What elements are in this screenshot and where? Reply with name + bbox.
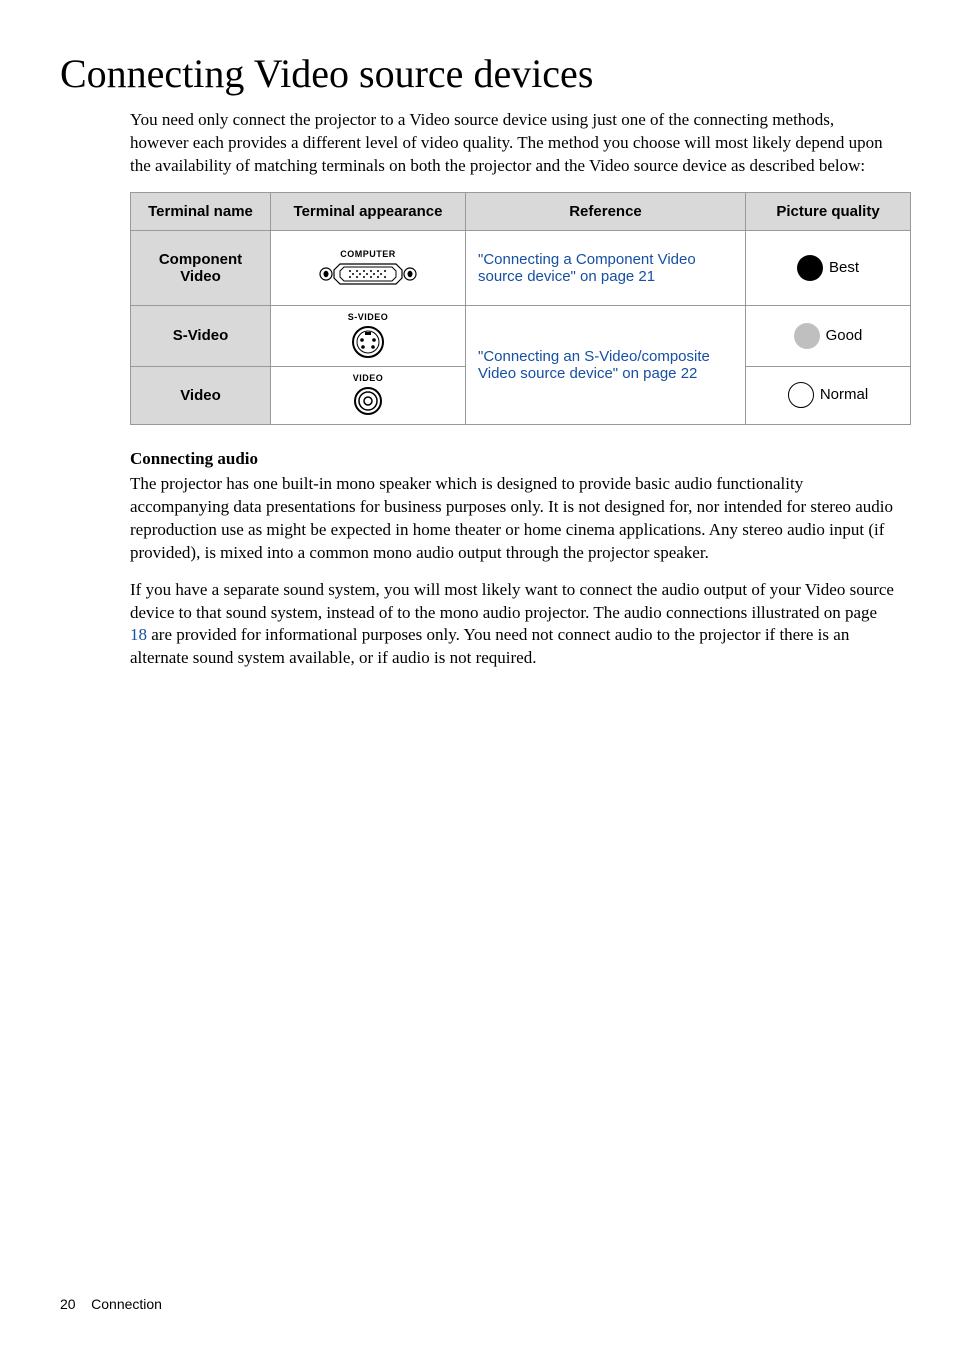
term-label-video: VIDEO [277, 373, 459, 383]
connecting-audio-heading: Connecting audio [130, 449, 894, 469]
audio-paragraph-2: If you have a separate sound system, you… [130, 579, 894, 671]
vga-port-icon [318, 261, 418, 287]
th-terminal-name: Terminal name [131, 192, 271, 230]
audio-paragraph-1: The projector has one built-in mono spea… [130, 473, 894, 565]
th-picture-quality: Picture quality [746, 192, 911, 230]
pq-label: Best [829, 259, 859, 276]
row-head-svideo: S-Video [131, 305, 271, 366]
audio-p2-part-a: If you have a separate sound system, you… [130, 580, 894, 622]
pq-label: Normal [820, 386, 868, 403]
video-sources-table: Terminal name Terminal appearance Refere… [130, 192, 911, 425]
terminal-cell-computer: COMPUTER [271, 230, 466, 305]
table-row: Component Video COMPUTER "Connecting a C… [131, 230, 911, 305]
ref-link-svideo-composite[interactable]: "Connecting an S-Video/composite Video s… [466, 305, 746, 424]
pq-good: Good [746, 305, 911, 366]
terminal-cell-video: VIDEO [271, 366, 466, 424]
term-label-computer: COMPUTER [277, 249, 459, 259]
footer-section-name: Connection [91, 1296, 162, 1312]
footer-page-number: 20 [60, 1296, 76, 1312]
intro-text: You need only connect the projector to a… [130, 109, 894, 178]
quality-indicator-icon [794, 323, 820, 349]
composite-port-icon [352, 385, 384, 417]
row-head-component: Component Video [131, 230, 271, 305]
ref-link-component[interactable]: "Connecting a Component Video source dev… [466, 230, 746, 305]
audio-p2-part-b: are provided for informational purposes … [130, 625, 849, 667]
pq-normal: Normal [746, 366, 911, 424]
page-title: Connecting Video source devices [60, 50, 894, 97]
row-head-video: Video [131, 366, 271, 424]
pq-best: Best [746, 230, 911, 305]
terminal-cell-svideo: S-VIDEO [271, 305, 466, 366]
quality-indicator-icon [788, 382, 814, 408]
pq-label: Good [826, 327, 863, 344]
table-row: S-Video S-VIDEO "Connecting an S-Video/c… [131, 305, 911, 366]
svideo-port-icon [350, 324, 386, 360]
term-label-svideo: S-VIDEO [277, 312, 459, 322]
th-reference: Reference [466, 192, 746, 230]
page-link-18[interactable]: 18 [130, 625, 147, 644]
quality-indicator-icon [797, 255, 823, 281]
page-footer: 20 Connection [60, 1296, 162, 1312]
th-terminal-appearance: Terminal appearance [271, 192, 466, 230]
